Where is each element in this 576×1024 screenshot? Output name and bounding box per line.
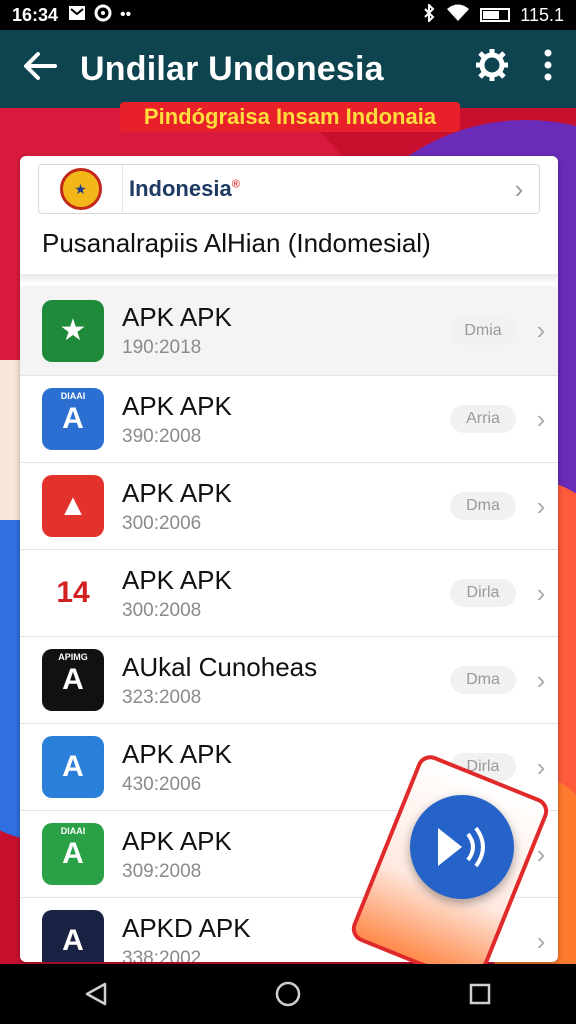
overflow-menu-button[interactable] — [520, 49, 576, 89]
more-icon: •• — [120, 6, 132, 23]
list-item[interactable]: 14 APK APK 300:2008 Dirla › — [20, 550, 558, 637]
list-item-text: APK APK 300:2006 — [122, 478, 450, 535]
app-meta: 430:2006 — [122, 773, 202, 795]
nav-recents-button[interactable] — [450, 964, 510, 1024]
overflow-menu-icon — [544, 49, 552, 81]
system-nav-bar — [0, 964, 576, 1024]
app-name: APK APK — [122, 738, 232, 769]
home-circle-icon — [275, 981, 301, 1007]
status-pill[interactable]: Dirla — [450, 579, 516, 607]
app-title: Undilar Undonesia — [80, 49, 384, 88]
app-icon: APIMG A — [42, 649, 104, 711]
app-icon: A — [42, 736, 104, 798]
bluetooth-icon — [422, 2, 436, 27]
divider — [20, 274, 558, 284]
status-pill[interactable]: Arria — [450, 405, 516, 433]
chevron-right-icon: › — [514, 173, 524, 204]
battery-icon — [480, 8, 511, 22]
app-icon-glyph: ▲ — [58, 489, 88, 522]
play-sound-button[interactable] — [410, 795, 514, 899]
list-item[interactable]: ▲ APK APK 300:2006 Dma › — [20, 463, 558, 550]
app-meta: 323:2008 — [122, 686, 202, 708]
app-meta: 300:2006 — [122, 512, 202, 534]
settings-button[interactable] — [464, 47, 520, 91]
list-item[interactable]: APIMG A AUkal Cunoheas 323:2008 Dma › — [20, 637, 558, 724]
app-icon: A — [42, 910, 104, 962]
section-subtitle: Pusanalrapiis AlHian (Indomesial) — [42, 228, 431, 258]
list-item-text: APK APK 300:2008 — [122, 565, 450, 622]
app-name: APK APK — [122, 564, 232, 595]
status-pill[interactable]: Dma — [450, 666, 516, 694]
list-item[interactable]: DIAAI A APK APK 390:2008 Arria › — [20, 376, 558, 463]
chevron-right-icon: › — [536, 664, 546, 695]
app-name: APK APK — [122, 390, 232, 421]
settings-icon — [476, 49, 508, 81]
chevron-right-icon: › — [536, 490, 546, 521]
nav-back-button[interactable] — [66, 964, 126, 1024]
app-icon-glyph: ★ — [59, 314, 87, 347]
emblem-logo: ★ — [39, 164, 123, 214]
app-icon-glyph: A — [62, 750, 84, 783]
list-item-text: APK APK 390:2008 — [122, 391, 450, 448]
app-icon: DIAAI A — [42, 823, 104, 885]
chevron-right-icon: › — [536, 925, 546, 956]
arrow-left-icon — [24, 52, 57, 80]
app-icon-glyph: A — [62, 402, 84, 435]
wifi-icon — [446, 4, 470, 27]
list-item-text: APK APK 190:2018 — [122, 302, 450, 359]
chevron-right-icon: › — [536, 751, 546, 782]
app-icon-glyph: A — [62, 837, 84, 870]
app-icon-glyph: A — [62, 924, 84, 957]
country-selector[interactable]: ★ Indonesia® › — [38, 164, 540, 214]
chevron-right-icon: › — [536, 577, 546, 608]
list-item[interactable]: ★ APK APK 190:2018 Dmia › — [20, 286, 558, 376]
status-pill[interactable]: Dmia — [450, 316, 516, 345]
promo-banner: Pindógraisa Insam Indonaia — [120, 102, 460, 132]
nav-home-button[interactable] — [258, 964, 318, 1024]
app-icon-glyph: A — [62, 663, 84, 696]
app-bar: Undilar Undonesia — [0, 30, 576, 108]
app-icon: DIAAI A — [42, 388, 104, 450]
app-icon: ★ — [42, 299, 104, 362]
sync-icon — [94, 4, 112, 27]
list-item-text: AUkal Cunoheas 323:2008 — [122, 652, 450, 709]
app-icon-glyph: 14 — [56, 576, 90, 609]
play-sound-icon — [438, 826, 485, 868]
app-name: APK APK — [122, 302, 232, 332]
recents-square-icon — [469, 983, 491, 1005]
app-meta: 300:2008 — [122, 599, 202, 621]
back-button[interactable] — [0, 48, 80, 90]
back-triangle-icon — [85, 982, 107, 1006]
app-meta: 390:2008 — [122, 425, 202, 447]
status-time: 16:34 — [12, 4, 59, 25]
app-icon-tag: DIAAI — [60, 826, 86, 836]
app-name: AUkal Cunoheas — [122, 651, 318, 682]
app-icon: 14 — [42, 562, 104, 624]
status-pill[interactable]: Dma — [450, 492, 516, 520]
seal-icon: ★ — [59, 168, 102, 210]
app-icon-tag: APIMG — [58, 652, 88, 662]
app-icon: ▲ — [42, 475, 104, 537]
app-icon-tag: DIAAI — [60, 391, 86, 401]
battery-text: 115.1 — [520, 4, 564, 25]
country-label: Indonesia® — [129, 176, 240, 201]
chevron-right-icon: › — [536, 403, 546, 434]
gmail-icon — [68, 5, 86, 26]
status-bar: 16:34 •• 115.1 — [0, 0, 576, 30]
app-name: APK APK — [122, 477, 232, 508]
list-item-text: APK APK 430:2006 — [122, 739, 450, 796]
app-meta: 190:2018 — [122, 337, 202, 358]
chevron-right-icon: › — [536, 315, 546, 345]
